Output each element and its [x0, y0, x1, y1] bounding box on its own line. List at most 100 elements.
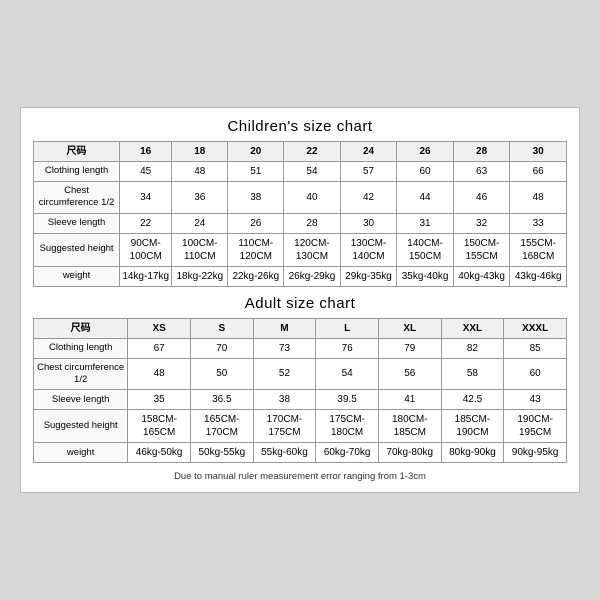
row-label-1: Chest circumference 1/2 — [34, 181, 120, 213]
cell-r2-c1: 36.5 — [190, 390, 253, 410]
cell-r2-c7: 33 — [510, 213, 567, 233]
cell-r2-c2: 38 — [253, 390, 316, 410]
col-header-2: 18 — [172, 141, 228, 161]
cell-r4-c7: 43kg-46kg — [510, 266, 567, 286]
row-label-4: weight — [34, 266, 120, 286]
cell-r3-c0: 90CM-100CM — [120, 233, 172, 266]
cell-r4-c2: 55kg-60kg — [253, 443, 316, 463]
col-header-6: 26 — [397, 141, 454, 161]
table-row: Suggested height158CM-165CM165CM-170CM17… — [34, 410, 567, 443]
table-row: Clothing length4548515457606366 — [34, 161, 567, 181]
row-label-2: Sleeve length — [34, 213, 120, 233]
cell-r0-c6: 85 — [504, 338, 567, 358]
children-chart-title: Children's size chart — [33, 118, 567, 135]
cell-r3-c6: 150CM-155CM — [453, 233, 510, 266]
cell-r2-c1: 24 — [172, 213, 228, 233]
cell-r0-c1: 48 — [172, 161, 228, 181]
cell-r2-c2: 26 — [228, 213, 284, 233]
cell-r1-c0: 48 — [128, 358, 191, 390]
cell-r0-c2: 51 — [228, 161, 284, 181]
cell-r3-c7: 155CM-168CM — [510, 233, 567, 266]
cell-r1-c2: 38 — [228, 181, 284, 213]
cell-r0-c7: 66 — [510, 161, 567, 181]
col-header-4: L — [316, 318, 379, 338]
cell-r4-c4: 29kg-35kg — [340, 266, 397, 286]
cell-r3-c4: 180CM-185CM — [378, 410, 441, 443]
cell-r4-c5: 80kg-90kg — [441, 443, 504, 463]
cell-r0-c3: 54 — [284, 161, 341, 181]
adult-header-row: 尺码XSSMLXLXXLXXXL — [34, 318, 567, 338]
cell-r2-c5: 31 — [397, 213, 454, 233]
row-label-2: Sleeve length — [34, 390, 128, 410]
cell-r2-c3: 39.5 — [316, 390, 379, 410]
col-header-1: 16 — [120, 141, 172, 161]
cell-r1-c1: 50 — [190, 358, 253, 390]
cell-r2-c0: 35 — [128, 390, 191, 410]
cell-r4-c2: 22kg-26kg — [228, 266, 284, 286]
col-header-5: XL — [378, 318, 441, 338]
row-label-3: Suggested height — [34, 410, 128, 443]
col-header-7: XXXL — [504, 318, 567, 338]
table-row: weight46kg-50kg50kg-55kg55kg-60kg60kg-70… — [34, 443, 567, 463]
cell-r4-c6: 40kg-43kg — [453, 266, 510, 286]
row-label-1: Chest circumference 1/2 — [34, 358, 128, 390]
adult-chart-title: Adult size chart — [33, 295, 567, 312]
size-chart-container: Children's size chart 尺码1618202224262830… — [20, 107, 580, 493]
cell-r1-c5: 58 — [441, 358, 504, 390]
cell-r4-c3: 26kg-29kg — [284, 266, 341, 286]
cell-r3-c5: 185CM-190CM — [441, 410, 504, 443]
cell-r1-c1: 36 — [172, 181, 228, 213]
cell-r2-c4: 41 — [378, 390, 441, 410]
col-header-4: 22 — [284, 141, 341, 161]
table-row: Clothing length67707376798285 — [34, 338, 567, 358]
children-table: 尺码1618202224262830 Clothing length454851… — [33, 141, 567, 287]
col-header-7: 28 — [453, 141, 510, 161]
row-label-0: Clothing length — [34, 161, 120, 181]
cell-r2-c3: 28 — [284, 213, 341, 233]
cell-r3-c2: 170CM-175CM — [253, 410, 316, 443]
cell-r4-c3: 60kg-70kg — [316, 443, 379, 463]
col-header-2: S — [190, 318, 253, 338]
col-header-3: 20 — [228, 141, 284, 161]
cell-r0-c0: 67 — [128, 338, 191, 358]
cell-r3-c2: 110CM-120CM — [228, 233, 284, 266]
table-row: Chest circumference 1/248505254565860 — [34, 358, 567, 390]
col-header-1: XS — [128, 318, 191, 338]
cell-r2-c5: 42.5 — [441, 390, 504, 410]
cell-r1-c7: 48 — [510, 181, 567, 213]
cell-r1-c6: 60 — [504, 358, 567, 390]
cell-r1-c0: 34 — [120, 181, 172, 213]
cell-r4-c6: 90kg-95kg — [504, 443, 567, 463]
children-header-row: 尺码1618202224262830 — [34, 141, 567, 161]
cell-r2-c6: 32 — [453, 213, 510, 233]
cell-r0-c4: 57 — [340, 161, 397, 181]
cell-r0-c5: 60 — [397, 161, 454, 181]
cell-r3-c0: 158CM-165CM — [128, 410, 191, 443]
cell-r3-c3: 120CM-130CM — [284, 233, 341, 266]
col-header-0: 尺码 — [34, 141, 120, 161]
cell-r3-c4: 130CM-140CM — [340, 233, 397, 266]
cell-r3-c3: 175CM-180CM — [316, 410, 379, 443]
col-header-3: M — [253, 318, 316, 338]
cell-r0-c3: 76 — [316, 338, 379, 358]
col-header-8: 30 — [510, 141, 567, 161]
col-header-5: 24 — [340, 141, 397, 161]
cell-r0-c0: 45 — [120, 161, 172, 181]
cell-r2-c6: 43 — [504, 390, 567, 410]
table-row: Sleeve length2224262830313233 — [34, 213, 567, 233]
cell-r0-c6: 63 — [453, 161, 510, 181]
table-row: weight14kg-17kg18kg-22kg22kg-26kg26kg-29… — [34, 266, 567, 286]
cell-r0-c5: 82 — [441, 338, 504, 358]
cell-r0-c2: 73 — [253, 338, 316, 358]
row-label-0: Clothing length — [34, 338, 128, 358]
cell-r3-c1: 100CM-110CM — [172, 233, 228, 266]
cell-r3-c1: 165CM-170CM — [190, 410, 253, 443]
cell-r1-c4: 56 — [378, 358, 441, 390]
row-label-4: weight — [34, 443, 128, 463]
cell-r4-c0: 14kg-17kg — [120, 266, 172, 286]
col-header-0: 尺码 — [34, 318, 128, 338]
cell-r0-c4: 79 — [378, 338, 441, 358]
cell-r4-c1: 50kg-55kg — [190, 443, 253, 463]
cell-r3-c5: 140CM-150CM — [397, 233, 454, 266]
cell-r3-c6: 190CM-195CM — [504, 410, 567, 443]
